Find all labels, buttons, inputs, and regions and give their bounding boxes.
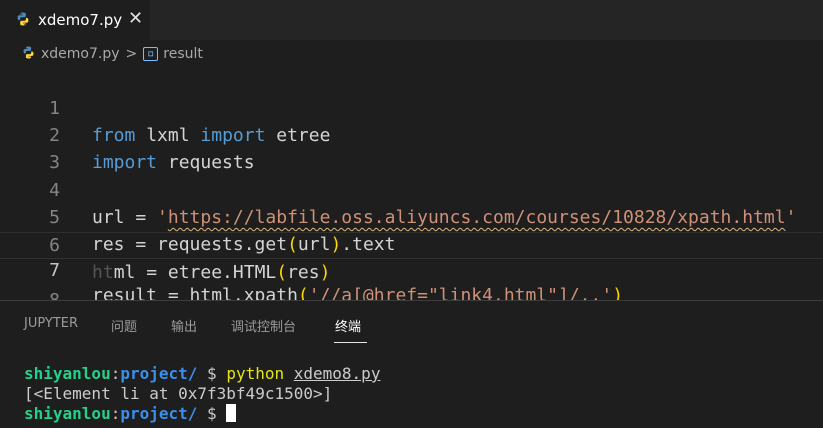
terminal-colon: : — [110, 404, 121, 423]
chevron-right-icon: > — [125, 46, 138, 62]
tab-problems[interactable]: 问题 — [111, 316, 137, 335]
terminal-command: python — [226, 364, 285, 383]
code-line[interactable]: 3 — [0, 122, 823, 173]
code-line[interactable]: 2 import requests — [0, 95, 823, 173]
tab-terminal[interactable]: 终端 — [335, 316, 361, 335]
tab-debug-console[interactable]: 调试控制台 — [231, 316, 296, 335]
terminal-path: project/ — [120, 364, 198, 383]
code-editor[interactable]: 1 from lxml import etree 2 import reques… — [0, 68, 823, 338]
tab-filename: xdemo7.py — [38, 11, 123, 29]
breadcrumb-symbol[interactable]: result — [163, 46, 203, 62]
code-line[interactable]: 5 res = requests.get(url).text — [0, 177, 823, 255]
code-line[interactable]: 6 html = etree.HTML(res) — [0, 205, 823, 283]
terminal-line: shiyanlou:project/ $ — [24, 403, 237, 424]
breadcrumb: xdemo7.py > ▫ result — [0, 40, 823, 68]
panel-tab-bar: JUPYTER 问题 输出 调试控制台 终端 — [0, 301, 823, 347]
code-line[interactable]: 8 print(result) — [0, 260, 823, 338]
terminal-line: shiyanlou:project/ $ python xdemo8.py — [24, 363, 380, 384]
tab-xdemo7[interactable]: xdemo7.py ✕ — [0, 0, 150, 40]
terminal-user: shiyanlou — [24, 404, 111, 423]
python-file-icon — [16, 11, 30, 30]
terminal-cursor[interactable] — [226, 404, 237, 422]
code-line[interactable]: 1 from lxml import etree — [0, 68, 823, 146]
terminal-path: project/ — [120, 404, 198, 423]
terminal-prompt: $ — [197, 364, 227, 383]
terminal-output: [<Element li at 0x7f3bf49c1500>] — [24, 384, 333, 403]
terminal-colon: : — [110, 364, 121, 383]
breadcrumb-file[interactable]: xdemo7.py — [41, 46, 120, 62]
close-icon[interactable]: ✕ — [128, 9, 143, 29]
active-tab-indicator — [334, 342, 367, 343]
tab-output[interactable]: 输出 — [171, 316, 197, 335]
code-line-current[interactable]: 7 result = html.xpath('//a[@href="link4.… — [0, 232, 823, 306]
terminal[interactable]: shiyanlou:project/ $ python xdemo8.py [<… — [0, 360, 823, 428]
tab-jupyter[interactable]: JUPYTER — [24, 316, 78, 331]
terminal-prompt: $ — [197, 404, 227, 423]
terminal-user: shiyanlou — [24, 364, 111, 383]
variable-symbol-icon: ▫ — [143, 47, 159, 61]
python-file-icon — [22, 45, 35, 63]
terminal-argument[interactable]: xdemo8.py — [294, 364, 381, 383]
editor-tab-bar: xdemo7.py ✕ — [0, 0, 823, 40]
code-line[interactable]: 4 url = 'https://labfile.oss.aliyuncs.co… — [0, 150, 823, 228]
